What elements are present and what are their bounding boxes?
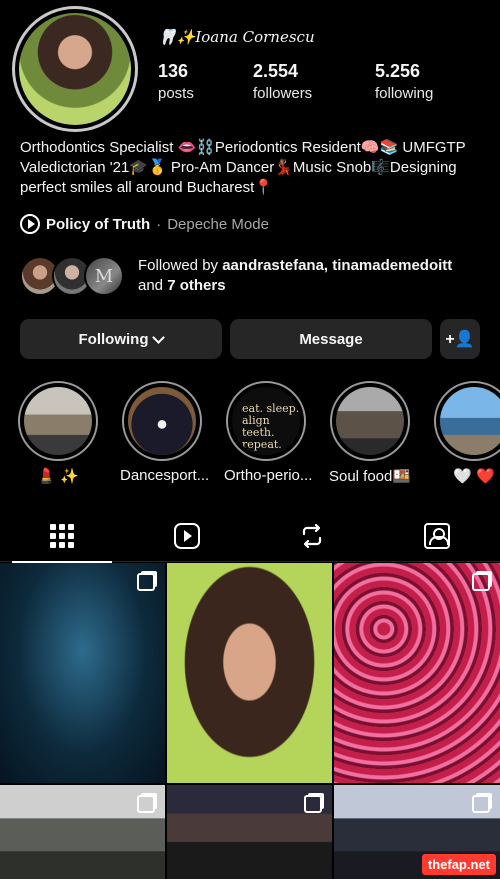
following-button[interactable]: Following xyxy=(20,319,222,359)
highlight-label: 🤍 ❤️ xyxy=(453,468,495,485)
message-label: Message xyxy=(299,330,363,348)
posts-label: posts xyxy=(158,85,194,102)
profile-tabs xyxy=(0,510,500,563)
highlight-item[interactable]: 🤍 ❤️ xyxy=(432,381,500,485)
post-thumbnail[interactable] xyxy=(334,563,500,783)
tagged-icon xyxy=(424,523,450,549)
tab-reposts[interactable] xyxy=(262,510,362,562)
highlight-label: Soul food🍱 xyxy=(328,468,412,485)
carousel-icon xyxy=(472,795,490,813)
highlight-cover xyxy=(336,387,404,455)
message-button[interactable]: Message xyxy=(230,319,432,359)
following-count[interactable]: 5.256 following xyxy=(375,61,433,102)
carousel-icon xyxy=(472,573,490,591)
posts-value: 136 xyxy=(158,61,189,81)
tab-reels[interactable] xyxy=(137,510,237,562)
highlight-label: Dancesport... xyxy=(120,467,210,484)
followed-by-prefix: Followed by xyxy=(138,257,223,274)
profile-name: 🦷✨Ioana Cornescu xyxy=(158,28,315,46)
add-user-button[interactable]: +👤 xyxy=(440,319,480,359)
repost-icon xyxy=(302,523,322,549)
highlight-label: 💄 ✨ xyxy=(37,468,79,485)
tab-tagged[interactable] xyxy=(387,510,487,562)
avatar-image xyxy=(19,13,131,125)
highlight-cover xyxy=(24,387,92,455)
followed-by-text: Followed by aandrastefana, tinamademedoi… xyxy=(138,256,452,296)
followers-label: followers xyxy=(253,85,313,102)
post-thumbnail[interactable] xyxy=(0,563,165,783)
following-label: Following xyxy=(78,330,149,348)
post-thumbnail[interactable] xyxy=(0,785,165,879)
highlight-cover-text: eat. sleep. align teeth. repeat. xyxy=(232,387,300,455)
profile-avatar[interactable] xyxy=(12,6,138,132)
post-thumbnail[interactable] xyxy=(167,563,332,783)
post-thumbnail[interactable] xyxy=(167,785,332,879)
tab-grid[interactable] xyxy=(12,510,112,563)
profile-bio: Orthodontics Specialist 👄⛓️Periodontics … xyxy=(20,139,466,196)
followed-by-others: 7 others xyxy=(167,277,226,294)
carousel-icon xyxy=(137,573,155,591)
posts-count[interactable]: 136 posts xyxy=(158,61,194,102)
add-user-icon: +👤 xyxy=(445,331,475,348)
highlight-item[interactable]: eat. sleep. align teeth. repeat. Ortho-p… xyxy=(224,381,313,484)
chevron-down-icon xyxy=(152,330,166,344)
carousel-icon xyxy=(304,795,322,813)
followers-value: 2.554 xyxy=(253,61,299,81)
highlight-item[interactable]: Soul food🍱 xyxy=(328,381,412,485)
highlight-cover xyxy=(128,387,196,455)
profile-music[interactable]: Policy of Truth · Depeche Mode xyxy=(20,214,269,234)
highlight-item[interactable]: Dancesport... xyxy=(120,381,210,484)
highlight-label: Ortho-perio... xyxy=(224,467,313,484)
followed-by-and: and xyxy=(138,277,168,294)
followed-by-names: aandrastefana, tinamademedoitt xyxy=(222,257,453,274)
follower-avatar: M xyxy=(84,256,124,296)
music-song: Policy of Truth xyxy=(46,215,151,233)
following-value: 5.256 xyxy=(375,61,421,81)
following-label: following xyxy=(375,85,434,102)
reels-icon xyxy=(174,523,200,549)
highlight-item[interactable]: 💄 ✨ xyxy=(16,381,100,485)
play-icon[interactable] xyxy=(20,214,40,234)
followed-by[interactable]: M Followed by aandrastefana, tinamademed… xyxy=(20,256,452,296)
followers-count[interactable]: 2.554 followers xyxy=(253,61,312,102)
music-artist: Depeche Mode xyxy=(167,215,269,233)
watermark: thefap.net xyxy=(421,854,496,875)
carousel-icon xyxy=(137,795,155,813)
highlight-cover xyxy=(440,387,500,455)
music-separator: · xyxy=(156,215,162,233)
grid-icon xyxy=(50,524,74,548)
